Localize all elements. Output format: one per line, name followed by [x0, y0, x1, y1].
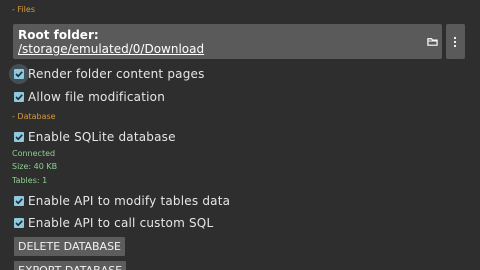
- checkmark-icon: [15, 220, 23, 227]
- allow-file-modification-option[interactable]: Allow file modification: [14, 89, 165, 105]
- api-custom-sql-option[interactable]: Enable API to call custom SQL: [14, 215, 213, 231]
- export-database-button[interactable]: EXPORT DATABASE: [14, 261, 127, 270]
- render-folder-pages-checkbox[interactable]: [9, 64, 29, 84]
- api-custom-sql-label: Enable API to call custom SQL: [28, 216, 214, 230]
- allow-file-modification-label: Allow file modification: [28, 90, 166, 104]
- api-modify-tables-label: Enable API to modify tables data: [28, 194, 231, 208]
- render-folder-pages-option[interactable]: Render folder content pages: [9, 64, 205, 84]
- kebab-menu-icon: [453, 36, 457, 48]
- root-folder-card[interactable]: Root folder: /storage/emulated/0/Downloa…: [13, 24, 442, 59]
- api-custom-sql-checkbox[interactable]: [14, 218, 24, 228]
- enable-sqlite-label: Enable SQLite database: [28, 130, 176, 144]
- api-modify-tables-checkbox[interactable]: [14, 196, 24, 206]
- checkmark-icon: [15, 71, 23, 78]
- settings-screen: - Files Root folder: /storage/emulated/0…: [0, 0, 480, 270]
- render-folder-pages-label: Render folder content pages: [28, 67, 205, 81]
- enable-sqlite-option[interactable]: Enable SQLite database: [14, 129, 176, 145]
- allow-file-modification-checkbox[interactable]: [14, 92, 24, 102]
- folder-icon[interactable]: [427, 36, 438, 47]
- root-folder-title: Root folder:: [18, 28, 99, 42]
- delete-database-button[interactable]: DELETE DATABASE: [14, 237, 126, 256]
- database-tables-count: Tables: 1: [12, 176, 48, 185]
- checkmark-icon: [15, 94, 23, 101]
- checkmark-icon: [15, 134, 23, 141]
- api-modify-tables-option[interactable]: Enable API to modify tables data: [14, 193, 230, 209]
- checkmark-icon: [15, 198, 23, 205]
- root-folder-path[interactable]: /storage/emulated/0/Download: [18, 42, 204, 56]
- files-section-header: - Files: [12, 5, 35, 14]
- enable-sqlite-checkbox[interactable]: [14, 132, 24, 142]
- root-folder-menu-button[interactable]: [446, 24, 465, 59]
- connection-status: Connected: [12, 149, 56, 158]
- database-section-header: - Database: [12, 112, 56, 121]
- database-size: Size: 40 KB: [12, 162, 58, 171]
